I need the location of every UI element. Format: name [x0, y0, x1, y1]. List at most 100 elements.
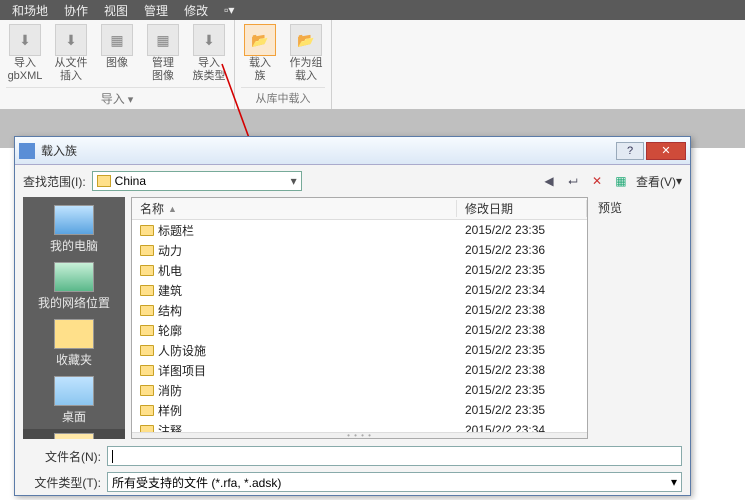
place-label: 收藏夹 — [56, 351, 92, 368]
place-label: 我的电脑 — [50, 237, 98, 254]
load-as-group-button[interactable]: 📂作为组 载入 — [287, 24, 325, 83]
dialog-title: 载入族 — [41, 142, 614, 159]
folder-icon — [97, 175, 111, 187]
document-arrow-icon: ⬇ — [193, 24, 225, 56]
ribbon-toolbar: ⬇导入 gbXML ⬇从文件 插入 ▦图像 ▦管理 图像 ⬇导入 族类型 导入 … — [0, 20, 745, 110]
menu-item[interactable]: 协作 — [56, 2, 96, 19]
folder-row[interactable]: 建筑2015/2/2 23:34 — [132, 280, 587, 300]
file-date: 2015/2/2 23:35 — [457, 263, 587, 277]
file-date: 2015/2/2 23:35 — [457, 343, 587, 357]
folder-row[interactable]: 详图项目 2015/2/2 23:38 — [132, 360, 587, 380]
filename-input[interactable] — [107, 446, 682, 466]
manage-image-button[interactable]: ▦管理 图像 — [144, 24, 182, 83]
preview-label: 预览 — [598, 199, 678, 216]
column-header-date[interactable]: 修改日期 — [457, 200, 587, 217]
folder-arrow-icon: 📂 — [290, 24, 322, 56]
lookin-label: 查找范围(I): — [23, 173, 86, 190]
chevron-down-icon: ▾ — [291, 174, 297, 188]
load-family-button[interactable]: 📂载入 族 — [241, 24, 279, 83]
chevron-down-icon: ▾ — [671, 475, 677, 489]
insert-from-file-button[interactable]: ⬇从文件 插入 — [52, 24, 90, 83]
file-name: 样例 — [158, 402, 182, 419]
column-header-name[interactable]: 名称▲ — [132, 200, 457, 217]
folder-icon — [140, 405, 154, 416]
file-date: 2015/2/2 23:36 — [457, 243, 587, 257]
image-button[interactable]: ▦图像 — [98, 24, 136, 83]
up-button[interactable]: ⮠ — [564, 172, 582, 190]
pc-icon — [54, 205, 94, 235]
filetype-row: 文件类型(T): 所有受支持的文件 (*.rfa, *.adsk)▾ — [15, 469, 690, 495]
fold-icon — [54, 433, 94, 439]
splitter-handle[interactable]: • • • • — [132, 432, 587, 438]
file-name: 消防 — [158, 382, 182, 399]
file-date: 2015/2/2 23:34 — [457, 283, 587, 297]
place-item-net[interactable]: 我的网络位置 — [23, 258, 125, 315]
folder-icon — [140, 225, 154, 236]
file-name: 机电 — [158, 262, 182, 279]
menu-item[interactable]: 视图 — [96, 2, 136, 19]
app-icon — [19, 143, 35, 159]
folder-row[interactable]: 机电 2015/2/2 23:35 — [132, 260, 587, 280]
folder-row[interactable]: 结构2015/2/2 23:38 — [132, 300, 587, 320]
desk-icon — [54, 376, 94, 406]
image-icon: ▦ — [147, 24, 179, 56]
file-name: 标题栏 — [158, 222, 194, 239]
folder-icon — [140, 365, 154, 376]
back-button[interactable]: ◀ — [540, 172, 558, 190]
ribbon-group-import: ⬇导入 gbXML ⬇从文件 插入 ▦图像 ▦管理 图像 ⬇导入 族类型 导入 … — [0, 20, 235, 109]
view-menu-button[interactable]: 查看(V) ▾ — [636, 173, 682, 190]
place-item-fold[interactable]: Metric Li… — [23, 429, 125, 439]
new-folder-button[interactable]: ▦ — [612, 172, 630, 190]
folder-row[interactable]: 标题栏 2015/2/2 23:35 — [132, 220, 587, 240]
folder-icon — [140, 245, 154, 256]
delete-button[interactable]: ✕ — [588, 172, 606, 190]
ribbon-group-library: 📂载入 族 📂作为组 载入 从库中载入 — [235, 20, 332, 109]
folder-row[interactable]: 动力2015/2/2 23:36 — [132, 240, 587, 260]
menu-overflow[interactable]: ▫▾ — [216, 3, 242, 17]
import-family-type-button[interactable]: ⬇导入 族类型 — [190, 24, 228, 83]
file-date: 2015/2/2 23:38 — [457, 323, 587, 337]
folder-icon — [140, 345, 154, 356]
import-gbxml-button[interactable]: ⬇导入 gbXML — [6, 24, 44, 83]
menu-item[interactable]: 管理 — [136, 2, 176, 19]
help-button[interactable]: ? — [616, 142, 644, 160]
preview-pane: 预览 — [594, 197, 682, 439]
lookin-combo[interactable]: China ▾ — [92, 171, 302, 191]
folder-row[interactable]: 轮廓2015/2/2 23:38 — [132, 320, 587, 340]
dialog-titlebar[interactable]: 载入族 ? ✕ — [15, 137, 690, 165]
folder-icon — [140, 265, 154, 276]
menu-item[interactable]: 修改 — [176, 2, 216, 19]
place-label: 我的网络位置 — [38, 294, 110, 311]
image-icon: ▦ — [101, 24, 133, 56]
filename-label: 文件名(N): — [23, 448, 101, 465]
file-date: 2015/2/2 23:35 — [457, 223, 587, 237]
filetype-combo[interactable]: 所有受支持的文件 (*.rfa, *.adsk)▾ — [107, 472, 682, 492]
folder-row[interactable]: 样例 2015/2/2 23:35 — [132, 400, 587, 420]
sort-asc-icon: ▲ — [168, 204, 177, 214]
place-item-pc[interactable]: 我的电脑 — [23, 201, 125, 258]
file-date: 2015/2/2 23:38 — [457, 363, 587, 377]
folder-row[interactable]: 人防设施 2015/2/2 23:35 — [132, 340, 587, 360]
place-label: 桌面 — [62, 408, 86, 425]
folder-row[interactable]: 消防 2015/2/2 23:35 — [132, 380, 587, 400]
place-item-desk[interactable]: 桌面 — [23, 372, 125, 429]
document-arrow-icon: ⬇ — [9, 24, 41, 56]
folder-icon — [140, 385, 154, 396]
file-date: 2015/2/2 23:35 — [457, 383, 587, 397]
file-date: 2015/2/2 23:38 — [457, 303, 587, 317]
net-icon — [54, 262, 94, 292]
places-sidebar: 我的电脑我的网络位置收藏夹桌面Metric Li…Metric De… — [23, 197, 125, 439]
file-name: 人防设施 — [158, 342, 206, 359]
place-item-fav[interactable]: 收藏夹 — [23, 315, 125, 372]
lookin-row: 查找范围(I): China ▾ ◀ ⮠ ✕ ▦ 查看(V) ▾ — [15, 165, 690, 197]
file-list[interactable]: 标题栏 2015/2/2 23:35 动力2015/2/2 23:36 机电 2015/… — [132, 220, 587, 432]
file-list-pane: 名称▲ 修改日期 标题栏 2015/2/2 23:35 动力2015/2/2 23:… — [131, 197, 588, 439]
folder-icon — [140, 325, 154, 336]
ribbon-group-title: 导入 ▾ — [6, 87, 228, 107]
folder-icon — [140, 305, 154, 316]
file-name: 详图项目 — [158, 362, 206, 379]
file-date: 2015/2/2 23:35 — [457, 403, 587, 417]
close-button[interactable]: ✕ — [646, 142, 686, 160]
menu-item[interactable]: 和场地 — [4, 2, 56, 19]
load-family-dialog: 载入族 ? ✕ 查找范围(I): China ▾ ◀ ⮠ ✕ ▦ 查看(V) ▾… — [14, 136, 691, 496]
